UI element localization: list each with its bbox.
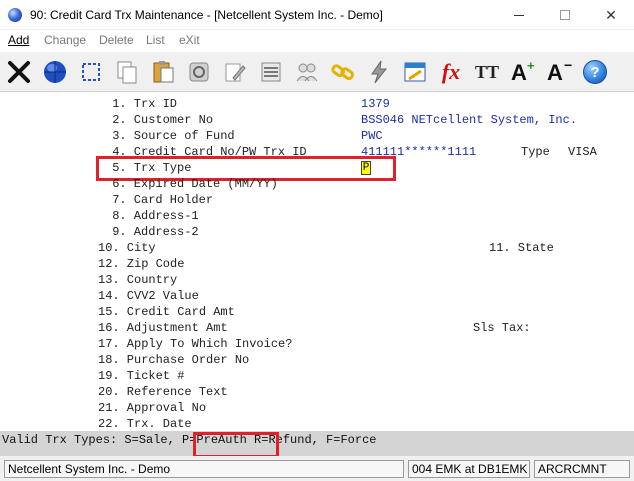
copy-icon: [117, 61, 137, 84]
close-x-icon: [8, 61, 30, 83]
globe-icon: [44, 61, 66, 83]
font-increase-icon: A +: [511, 58, 535, 85]
web-button[interactable]: [38, 55, 72, 89]
field-row-state: 11. State: [489, 241, 554, 255]
users-icon: [296, 63, 318, 82]
maximize-icon: [560, 10, 570, 20]
font-button[interactable]: TT: [470, 55, 504, 89]
users-button[interactable]: [290, 55, 324, 89]
sls-tax-label: Sls Tax:: [473, 321, 531, 335]
settings-icon: [189, 62, 209, 82]
lightning-icon: [371, 60, 388, 84]
menu-bar: Add Change Delete List eXit: [0, 31, 634, 51]
field-row-customer-no: 2. Customer No: [105, 113, 214, 127]
settings-button[interactable]: [182, 55, 216, 89]
menu-add[interactable]: Add: [8, 33, 29, 47]
field-row-expired-date: 6. Expired Date (MM/YY): [105, 177, 278, 191]
title-bar: 90: Credit Card Trx Maintenance - [Netce…: [0, 0, 634, 30]
font-icon: TT: [474, 61, 499, 82]
field-row-country: 13. Country: [98, 273, 178, 287]
function-icon: fx: [441, 59, 461, 84]
field-row-trx-id: 1. Trx ID: [105, 97, 178, 111]
font-decrease-icon: A −: [547, 57, 573, 85]
field-row-apply-invoice: 17. Apply To Which Invoice?: [98, 337, 293, 351]
help-button[interactable]: ?: [578, 55, 612, 89]
link-button[interactable]: [326, 55, 360, 89]
field-row-adjustment-amt: 16. Adjustment Amt: [98, 321, 228, 335]
minimize-button[interactable]: [496, 0, 542, 30]
list-icon: [261, 62, 281, 82]
card-type-value: VISA: [568, 145, 597, 159]
calendar-icon: [404, 62, 426, 82]
menu-delete[interactable]: Delete: [99, 33, 134, 47]
copy-button[interactable]: [110, 55, 144, 89]
highlight-preauth: [193, 432, 279, 458]
field-row-zip-code: 12. Zip Code: [98, 257, 185, 271]
font-decrease-button[interactable]: A −: [542, 55, 576, 89]
edit-button[interactable]: [218, 55, 252, 89]
field-row-cvv2: 14. CVV2 Value: [98, 289, 199, 303]
field-row-city: 10. City: [98, 241, 156, 255]
status-program: ARCRCMNT: [534, 460, 630, 478]
menu-list[interactable]: List: [146, 33, 165, 47]
close-icon: ✕: [605, 6, 617, 23]
field-row-purchase-order: 18. Purchase Order No: [98, 353, 250, 367]
minimize-icon: [514, 14, 524, 16]
status-company: Netcellent System Inc. - Demo: [4, 460, 404, 478]
select-button[interactable]: [74, 55, 108, 89]
field-row-card-holder: 7. Card Holder: [105, 193, 214, 207]
field-row-approval-no: 21. Approval No: [98, 401, 207, 415]
font-increase-button[interactable]: A +: [506, 55, 540, 89]
select-icon: [82, 63, 100, 81]
status-bar: Netcellent System Inc. - Demo 004 EMK at…: [0, 456, 634, 481]
menu-exit[interactable]: eXit: [179, 33, 200, 47]
function-button[interactable]: fx: [434, 55, 468, 89]
field-row-reference-text: 20. Reference Text: [98, 385, 228, 399]
help-line: Valid Trx Types: S=Sale, P=PreAuth R=Ref…: [0, 431, 634, 456]
lightning-button[interactable]: [362, 55, 396, 89]
field-row-address-2: 9. Address-2: [105, 225, 199, 239]
calendar-button[interactable]: [398, 55, 432, 89]
paste-button[interactable]: [146, 55, 180, 89]
window-title: 90: Credit Card Trx Maintenance - [Netce…: [30, 8, 383, 22]
toolbar: fx TT A + A − ?: [0, 52, 634, 92]
field-row-trx-date: 22. Trx. Date: [98, 417, 192, 431]
link-icon: [331, 64, 354, 81]
paste-icon: [153, 61, 174, 83]
help-icon: ?: [583, 60, 607, 84]
edit-icon: [225, 63, 246, 82]
status-session: 004 EMK at DB1EMK: [408, 460, 530, 478]
close-button[interactable]: ✕: [588, 0, 634, 30]
list-button[interactable]: [254, 55, 288, 89]
field-row-credit-card-amt: 15. Credit Card Amt: [98, 305, 235, 319]
app-globe-icon: [8, 8, 22, 22]
exit-button[interactable]: [2, 55, 36, 89]
menu-change[interactable]: Change: [44, 33, 86, 47]
maximize-button[interactable]: [542, 0, 588, 30]
value-trx-id: 1379: [361, 97, 390, 111]
field-row-source-of-fund: 3. Source of Fund: [105, 129, 235, 143]
form-area: 1. Trx ID 1379 2. Customer No BSS046 NET…: [0, 93, 634, 431]
field-row-address-1: 8. Address-1: [105, 209, 199, 223]
field-row-ticket: 19. Ticket #: [98, 369, 185, 383]
value-source-of-fund: PWC: [361, 129, 383, 143]
value-customer-no: BSS046 NETcellent System, Inc.: [361, 113, 578, 127]
card-type-label: Type: [521, 145, 550, 159]
